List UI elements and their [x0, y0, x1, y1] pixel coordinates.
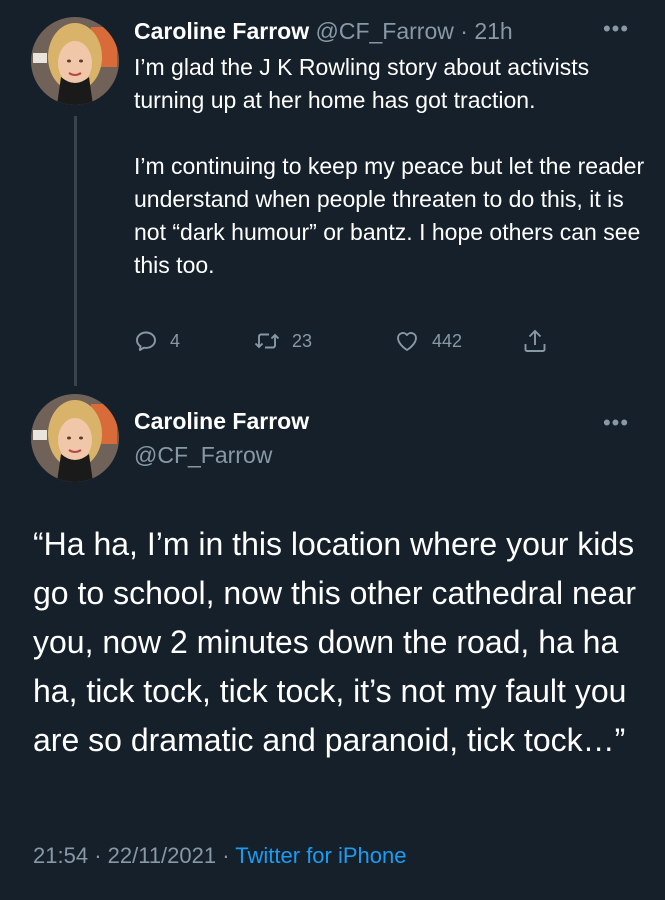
like-count: 442 [432, 330, 463, 351]
profile-photo-icon [31, 17, 119, 105]
retweet-button[interactable]: 23 [254, 325, 312, 357]
tweet1-actions: 4 23 442 [134, 325, 574, 357]
avatar-tweet2[interactable] [31, 394, 119, 482]
tweet1-paragraph-2: I’m continuing to keep my peace but let … [134, 153, 645, 278]
reply-count: 4 [170, 330, 181, 351]
avatar-tweet1[interactable] [31, 17, 119, 105]
retweet-count: 23 [292, 330, 313, 351]
tweet2-meta: 21:54 · 22/11/2021 · Twitter for iPhone [33, 841, 406, 871]
author-name[interactable]: Caroline Farrow [134, 406, 309, 436]
separator: · [460, 18, 468, 44]
thread-connector-line [74, 116, 77, 386]
tweet-timestamp[interactable]: 21:54 [33, 843, 88, 868]
tweet-time[interactable]: 21h [474, 18, 512, 44]
share-button[interactable] [522, 325, 560, 357]
more-horizontal-icon[interactable]: ••• [598, 412, 634, 436]
tweet1-paragraph-1: I’m glad the J K Rowling story about act… [134, 54, 590, 113]
retweet-icon [254, 333, 280, 349]
like-icon [397, 332, 417, 351]
tweet1-header: Caroline Farrow @CF_Farrow · 21h [134, 16, 513, 46]
tweet1-text: I’m glad the J K Rowling story about act… [134, 51, 649, 282]
tweet-source-link[interactable]: Twitter for iPhone [235, 843, 406, 868]
author-handle[interactable]: @CF_Farrow [134, 440, 272, 470]
author-name[interactable]: Caroline Farrow [134, 18, 309, 44]
share-icon [524, 329, 546, 352]
tweet2-text: “Ha ha, I’m in this location where your … [33, 526, 637, 758]
reply-button[interactable]: 4 [134, 325, 180, 357]
tweet-date[interactable]: 22/11/2021 [108, 843, 216, 868]
like-button[interactable]: 442 [394, 325, 462, 357]
profile-photo-icon [31, 394, 119, 482]
more-horizontal-icon[interactable]: ••• [598, 18, 634, 42]
separator: · [222, 843, 230, 868]
separator: · [94, 843, 102, 868]
author-handle[interactable]: @CF_Farrow [316, 18, 454, 44]
reply-icon [136, 331, 156, 351]
